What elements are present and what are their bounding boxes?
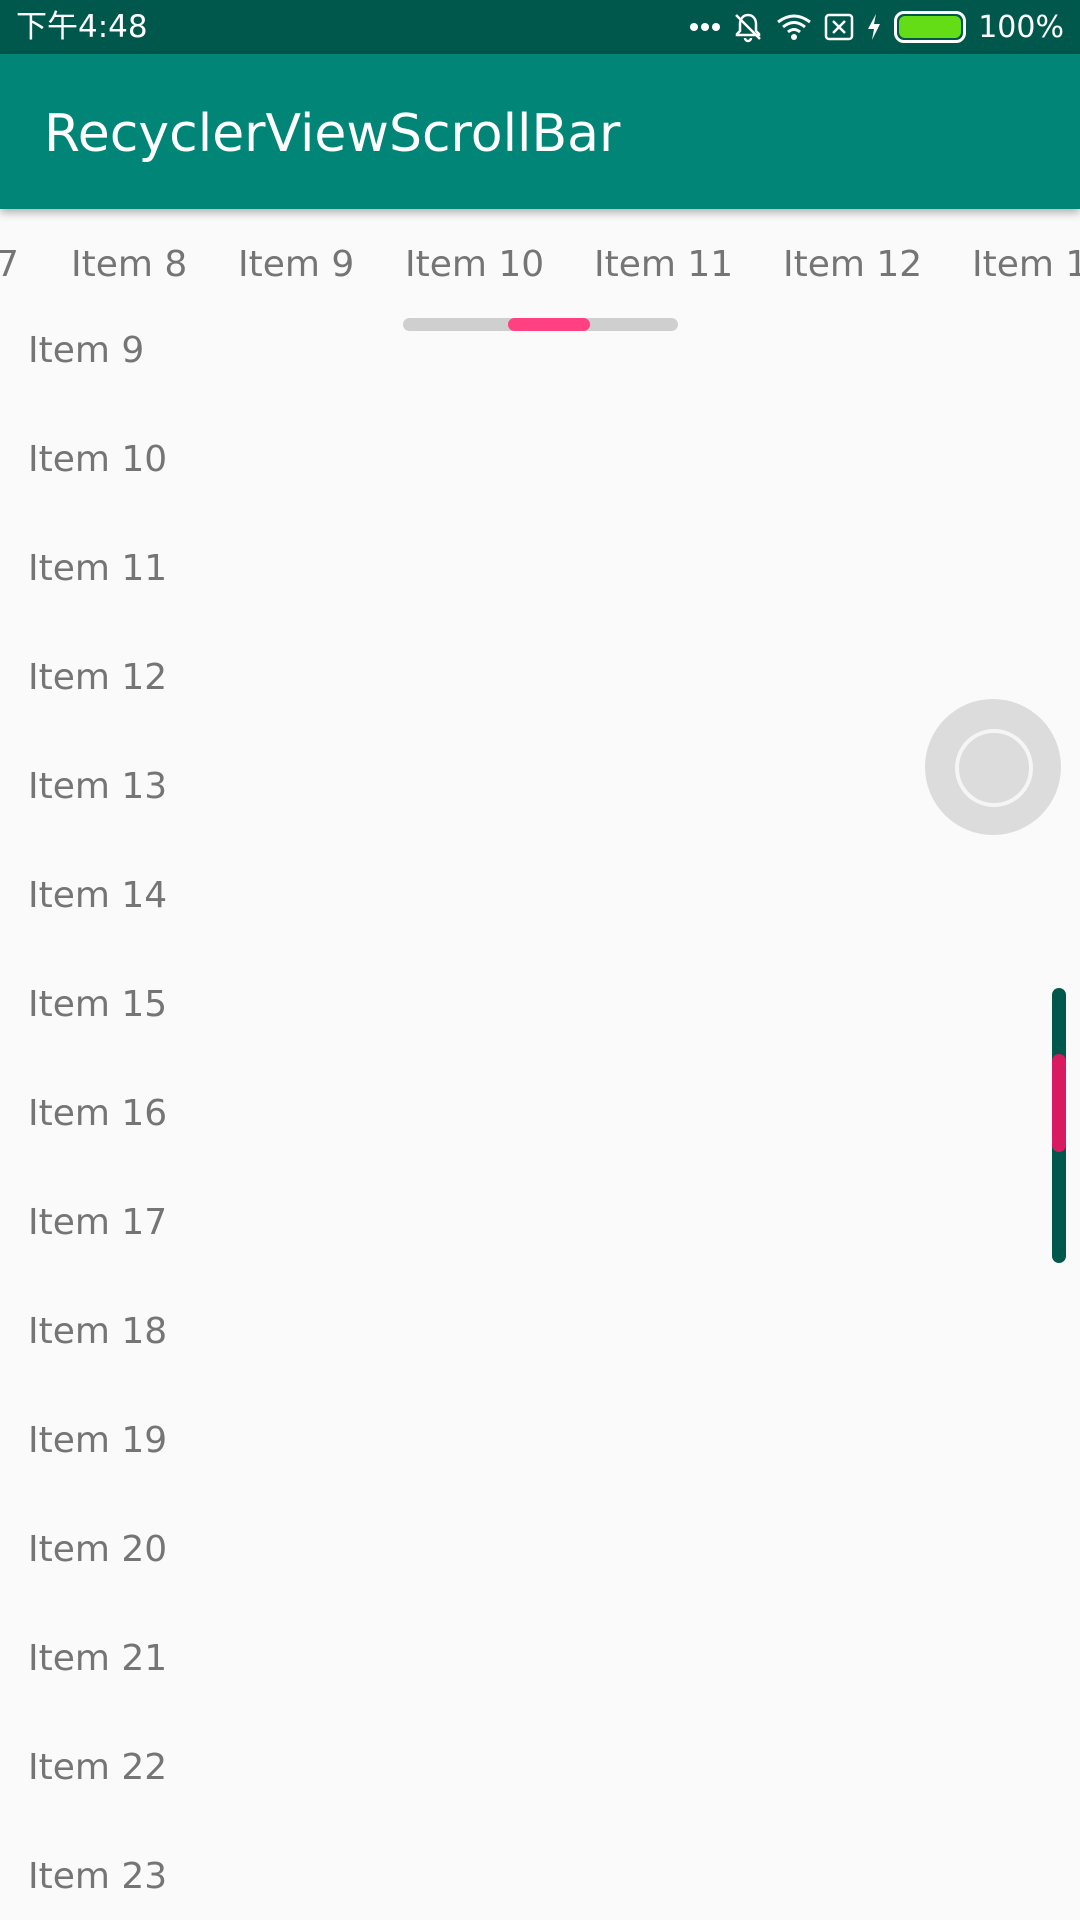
app-title: RecyclerViewScrollBar xyxy=(44,104,621,164)
list-item[interactable]: Item 23 xyxy=(28,1855,167,1899)
list-item[interactable]: Item 18 xyxy=(28,1310,167,1354)
horizontal-scrollbar[interactable] xyxy=(403,318,678,331)
vertical-scrollbar[interactable] xyxy=(1052,988,1066,1263)
list-item[interactable]: Item 15 xyxy=(28,983,167,1027)
list-item[interactable]: Item 13 xyxy=(28,765,167,809)
list-item[interactable]: Item 21 xyxy=(28,1637,167,1681)
list-item[interactable]: Item 16 xyxy=(28,1092,167,1136)
ring-icon xyxy=(955,729,1033,807)
list-item[interactable]: Item 14 xyxy=(28,874,167,918)
horizontal-list-item[interactable]: Item 12 xyxy=(783,243,922,287)
list-item[interactable]: Item 10 xyxy=(28,438,167,482)
app-bar: RecyclerViewScrollBar xyxy=(0,54,1080,209)
horizontal-list-item[interactable]: Item 8 xyxy=(71,243,187,287)
list-item[interactable]: Item 17 xyxy=(28,1201,167,1245)
horizontal-list-item[interactable]: Item 10 xyxy=(405,243,544,287)
list-item[interactable]: Item 11 xyxy=(28,547,167,591)
list-item[interactable]: Item 12 xyxy=(28,656,167,700)
vertical-scrollbar-thumb[interactable] xyxy=(1052,1054,1066,1152)
horizontal-list-item[interactable]: Item 11 xyxy=(594,243,733,287)
horizontal-list-item[interactable]: 7 xyxy=(0,243,19,287)
list-item[interactable]: Item 22 xyxy=(28,1746,167,1790)
horizontal-list[interactable]: 7 Item 8 Item 9 Item 10 Item 11 Item 12 … xyxy=(0,209,1080,317)
horizontal-list-item[interactable]: Item 9 xyxy=(238,243,354,287)
list-item[interactable]: Item 19 xyxy=(28,1419,167,1463)
floating-ball-button[interactable] xyxy=(925,699,1061,835)
horizontal-list-item[interactable]: Item 1 xyxy=(972,243,1080,287)
horizontal-scrollbar-thumb[interactable] xyxy=(508,318,590,331)
list-item[interactable]: Item 20 xyxy=(28,1528,167,1572)
list-item[interactable]: Item 9 xyxy=(28,329,144,373)
